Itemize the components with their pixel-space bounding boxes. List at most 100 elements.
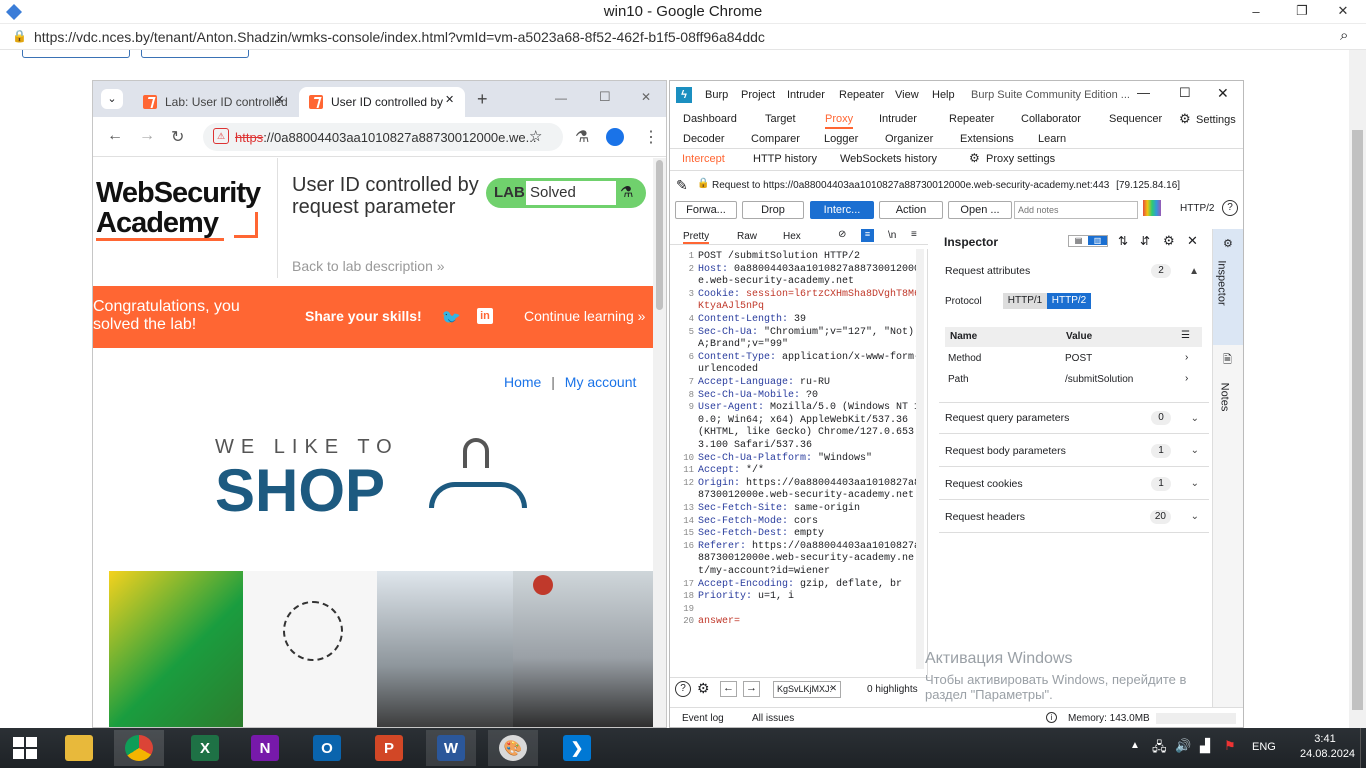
request-editor[interactable]: 1 POST /submitSolution HTTP/2 2 Host: 0a880… bbox=[670, 249, 928, 675]
product-image-train[interactable] bbox=[377, 571, 513, 727]
chrome-icon[interactable] bbox=[114, 730, 164, 766]
burp-minimize[interactable]: — bbox=[1137, 85, 1150, 100]
tab-collaborator[interactable]: Collaborator bbox=[1021, 113, 1081, 125]
subtab-intercept[interactable]: Intercept bbox=[682, 153, 725, 165]
subtab-websockets-history[interactable]: WebSockets history bbox=[840, 153, 937, 165]
tab-close-icon[interactable]: ✕ bbox=[445, 93, 454, 106]
linkedin-icon[interactable]: in bbox=[477, 308, 493, 324]
menu-project[interactable]: Project bbox=[741, 89, 775, 101]
protocol-http1[interactable]: HTTP/1 bbox=[1003, 293, 1047, 309]
cookies-section[interactable]: Request cookies 1 ⌄ bbox=[939, 468, 1209, 500]
tab-decoder[interactable]: Decoder bbox=[683, 133, 725, 145]
layout-a-icon[interactable]: ▤ bbox=[1069, 236, 1088, 245]
tab-active-lab[interactable]: User ID controlled by bbox=[299, 87, 465, 117]
chevron-right-icon[interactable]: › bbox=[1185, 352, 1188, 363]
scroll-thumb[interactable] bbox=[656, 160, 663, 310]
maximize-button[interactable]: ❐ bbox=[1282, 0, 1322, 22]
menu-burp[interactable]: Burp bbox=[705, 89, 728, 101]
back-to-description-link[interactable]: Back to lab description » bbox=[292, 258, 445, 274]
side-tab-notes[interactable]: 🗎 Notes bbox=[1213, 349, 1243, 429]
signal-icon[interactable]: ▟ bbox=[1200, 738, 1210, 754]
drop-button[interactable]: Drop bbox=[742, 201, 804, 219]
nav-home-link[interactable]: Home bbox=[504, 374, 541, 390]
burp-close[interactable]: ✕ bbox=[1217, 85, 1229, 102]
all-issues-tab[interactable]: All issues bbox=[752, 713, 794, 724]
gear-icon[interactable]: ⚙ bbox=[697, 680, 710, 697]
close-icon[interactable]: ✕ bbox=[641, 90, 651, 104]
vscode-icon[interactable]: ❯ bbox=[552, 730, 602, 766]
intercept-toggle-button[interactable]: Interc... bbox=[810, 201, 874, 219]
input-language[interactable]: ENG bbox=[1252, 741, 1276, 753]
console-button-right[interactable] bbox=[141, 50, 249, 58]
help-icon[interactable]: ? bbox=[1222, 200, 1238, 216]
search-input[interactable]: KgSvLKjMXJ: ✕ bbox=[773, 681, 841, 698]
protocol-http2[interactable]: HTTP/2 bbox=[1047, 293, 1091, 309]
menu-repeater[interactable]: Repeater bbox=[839, 89, 884, 101]
tab-proxy[interactable]: Proxy bbox=[825, 113, 854, 129]
collapse-icon[interactable]: ⇵ bbox=[1140, 234, 1150, 248]
onenote-icon[interactable]: N bbox=[240, 730, 290, 766]
bookmark-star-icon[interactable]: ☆ bbox=[529, 127, 542, 145]
powerpoint-icon[interactable]: P bbox=[364, 730, 414, 766]
event-log-tab[interactable]: Event log bbox=[682, 713, 724, 724]
outer-url-text[interactable]: https://vdc.nces.by/tenant/Anton.Shadzin… bbox=[34, 29, 765, 45]
tray-up-arrow-icon[interactable]: ▲ bbox=[1130, 740, 1140, 751]
chevron-down-icon[interactable]: ⌄ bbox=[1191, 511, 1199, 522]
reload-icon[interactable]: ↻ bbox=[171, 127, 184, 147]
page-scrollbar[interactable] bbox=[653, 158, 666, 727]
menu-lines-icon[interactable]: ≡ bbox=[911, 229, 917, 240]
close-inspector-icon[interactable]: ✕ bbox=[1187, 233, 1198, 249]
minimize-icon[interactable]: — bbox=[555, 91, 567, 105]
prev-arrow-icon[interactable]: ← bbox=[720, 681, 737, 697]
site-info-icon[interactable]: ⚠ bbox=[213, 128, 229, 144]
product-image-typewriter[interactable] bbox=[513, 571, 653, 727]
tab-comparer[interactable]: Comparer bbox=[751, 133, 800, 145]
file-explorer-icon[interactable] bbox=[54, 730, 104, 766]
highlight-color-icon[interactable] bbox=[1143, 200, 1161, 216]
tab-pretty[interactable]: Pretty bbox=[683, 231, 710, 244]
pencil-icon[interactable]: ✎ bbox=[676, 177, 688, 194]
volume-icon[interactable]: 🔊 bbox=[1175, 738, 1191, 754]
minimize-button[interactable]: – bbox=[1236, 0, 1276, 22]
expand-icon[interactable]: ⇅ bbox=[1118, 234, 1128, 248]
chevron-down-icon[interactable]: ⌄ bbox=[1191, 413, 1199, 424]
table-row[interactable]: Method POST › bbox=[945, 349, 1202, 369]
query-params-section[interactable]: Request query parameters 0 ⌄ bbox=[939, 402, 1209, 434]
maximize-icon[interactable]: ☐ bbox=[599, 89, 611, 105]
outer-scrollbar[interactable] bbox=[1349, 50, 1366, 728]
network-icon[interactable]: 🖧 bbox=[1152, 738, 1167, 760]
tab-repeater[interactable]: Repeater bbox=[949, 113, 994, 125]
add-notes-input[interactable] bbox=[1014, 201, 1138, 219]
subtab-http-history[interactable]: HTTP history bbox=[753, 153, 817, 165]
continue-learning-link[interactable]: Continue learning » bbox=[524, 308, 645, 324]
menu-view[interactable]: View bbox=[895, 89, 919, 101]
product-image-buckets[interactable] bbox=[109, 571, 243, 727]
wsa-logo[interactable]: WebSecurity Academy bbox=[96, 178, 276, 244]
tab-hex[interactable]: Hex bbox=[783, 231, 801, 242]
burp-maximize[interactable]: ☐ bbox=[1179, 85, 1191, 101]
paint-icon[interactable]: 🎨 bbox=[488, 730, 538, 766]
tab-lab-description[interactable]: Lab: User ID controlled bbox=[133, 87, 293, 117]
tab-raw[interactable]: Raw bbox=[737, 231, 757, 242]
action-button[interactable]: Action bbox=[879, 201, 943, 219]
console-button-left[interactable] bbox=[22, 50, 130, 58]
chevron-down-icon[interactable]: ⌄ bbox=[1191, 445, 1199, 456]
tab-logger[interactable]: Logger bbox=[824, 133, 858, 145]
chevron-down-icon[interactable]: ⌄ bbox=[1191, 478, 1199, 489]
show-desktop-button[interactable] bbox=[1360, 728, 1366, 768]
next-arrow-icon[interactable]: → bbox=[743, 681, 760, 697]
help-circle-icon[interactable]: ? bbox=[675, 681, 691, 697]
body-params-section[interactable]: Request body parameters 1 ⌄ bbox=[939, 435, 1209, 467]
layout-b-icon[interactable]: ▥ bbox=[1088, 236, 1107, 245]
gear-icon[interactable]: ⚙ bbox=[969, 151, 980, 165]
eye-off-icon[interactable]: ⊘ bbox=[838, 229, 846, 240]
editor-scrollbar[interactable] bbox=[916, 249, 924, 669]
twitter-icon[interactable]: 🐦 bbox=[441, 308, 461, 328]
gear-icon[interactable]: ⚙ bbox=[1163, 233, 1175, 249]
side-tab-inspector[interactable]: ⚙ Inspector bbox=[1213, 229, 1243, 345]
table-row[interactable]: Path /submitSolution › bbox=[945, 370, 1202, 390]
outlook-icon[interactable]: O bbox=[302, 730, 352, 766]
profile-avatar[interactable] bbox=[606, 128, 624, 146]
forward-button[interactable]: Forwa... bbox=[675, 201, 737, 219]
gear-icon[interactable]: ⚙ bbox=[1179, 111, 1191, 127]
